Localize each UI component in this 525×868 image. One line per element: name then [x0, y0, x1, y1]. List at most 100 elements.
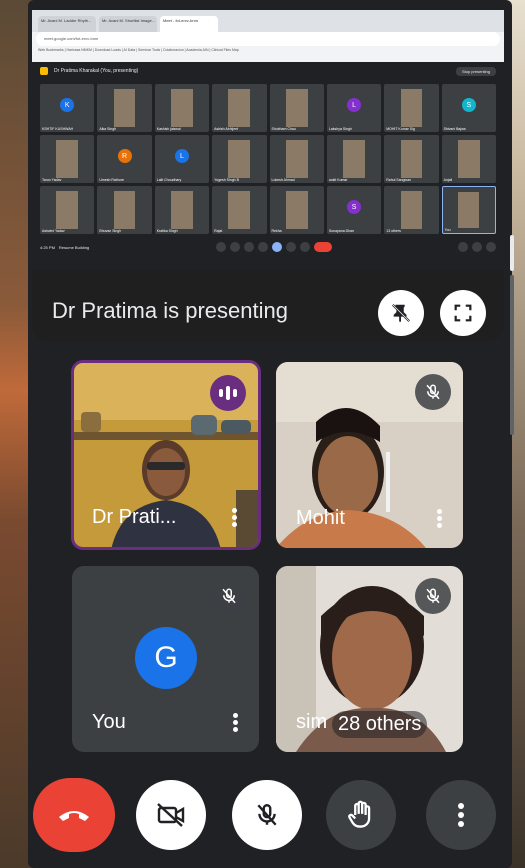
mini-participant-tile: 13 others [384, 186, 439, 234]
fullscreen-icon [454, 304, 472, 322]
mini-participant-name: 13 others [386, 229, 401, 233]
shared-people-icon [472, 242, 482, 252]
more-vert-icon [458, 803, 464, 827]
shared-hand-icon [285, 242, 296, 252]
hand-icon [348, 800, 371, 828]
scrollbar[interactable] [510, 235, 514, 435]
mini-participant-tile: Shubham Chau [269, 84, 324, 132]
mic-muted-icon [415, 374, 451, 410]
mini-avatar: S [347, 200, 362, 215]
mini-participant-name: Rekha [271, 229, 282, 233]
participant-tile-dr-pratima[interactable]: Dr Prati... [71, 360, 261, 550]
raise-hand-button[interactable] [326, 780, 396, 850]
mini-video [56, 139, 79, 179]
mini-participant-name: Anjali [443, 178, 453, 182]
shared-meet-window: Dr Pratima Kharakal (You, presenting) St… [32, 62, 504, 270]
mini-video [56, 190, 79, 230]
participant-name: Dr Prati... [92, 506, 177, 528]
mini-participant-tile: Ashish Abhijeet [212, 84, 267, 132]
presenting-bar: Dr Pratima is presenting [32, 270, 504, 342]
more-options-icon[interactable] [233, 711, 239, 734]
mini-participant-tile: Yogesh Singh B [212, 135, 267, 183]
camera-toggle-button[interactable] [136, 780, 206, 850]
others-count: 28 others [332, 711, 428, 738]
more-options-icon[interactable] [437, 507, 443, 530]
unpin-button[interactable] [378, 290, 424, 336]
mini-participant-tile: K KSHTIF KUSHWAH [40, 84, 95, 132]
mini-participant-tile: L Lalit Choudhary [154, 135, 210, 183]
mini-participant-tile: Rajat [212, 186, 267, 234]
mini-participant-tile: Lokesh Ahmad [269, 135, 324, 183]
shared-meet-time: 4:25 PM [40, 244, 55, 250]
mini-participant-tile: MOHIT Kumar Sig [384, 84, 439, 132]
shared-chat-icon [486, 242, 496, 252]
shared-cc-icon [243, 242, 254, 252]
mini-participant-tile: Anjali [441, 135, 496, 183]
mini-participant-tile: S Sunayana Dhan [326, 186, 382, 234]
browser-tab: Meet - fot-erxv-bnm [160, 16, 218, 32]
mic-muted-icon [415, 578, 451, 614]
mini-participant-name: Lalit Choudhary [156, 178, 182, 182]
shared-stop-presenting: Stop presenting [455, 66, 496, 76]
mini-video [400, 139, 423, 179]
mini-participant-name: Kratika Singh [156, 229, 178, 233]
mini-participant-name: Shubham Chau [271, 127, 296, 131]
participant-grid: K KSHTIF KUSHWAH Alka Singh Kashish jaiswal… [40, 84, 496, 234]
mini-participant-name: Rahul Sangwan [386, 178, 411, 182]
mini-participant-tile: Tarun Yadav [40, 135, 95, 183]
mini-participant-tile: Rahul Sangwan [384, 135, 439, 183]
participant-tile-mohit[interactable]: Mohit [276, 362, 463, 548]
mini-participant-name: Lakshya Singh [328, 127, 352, 131]
mini-participant-tile: Alka Singh [97, 84, 152, 132]
end-call-button[interactable] [33, 778, 115, 852]
mini-participant-tile: Kashish jaiswal [154, 84, 210, 132]
shared-meet-header: Dr Pratima Kharakal (You, presenting) St… [32, 62, 504, 80]
scrollbar-track [510, 275, 514, 435]
scrollbar-thumb[interactable] [510, 235, 514, 271]
mic-toggle-button[interactable] [232, 780, 302, 850]
mini-video [285, 88, 308, 128]
mini-avatar: L [347, 98, 362, 113]
mini-participant-name: Kashish jaiswal [156, 127, 181, 131]
shared-meet-controls: 4:25 PM Resume Building [32, 238, 504, 256]
participant-tile-others[interactable]: sim 28 others [276, 566, 463, 752]
mini-video [228, 190, 251, 230]
shared-screen[interactable]: Mr. Avani M. Ladder Rhyth... Mr. Avani M… [32, 10, 504, 270]
mini-participant-name: Bhuvan Singh [99, 229, 122, 233]
mini-video [400, 88, 423, 128]
more-options-button[interactable] [426, 780, 496, 850]
mini-participant-name: Ashwini Yadav [42, 229, 65, 233]
mini-participant-name: ankit Kumar [328, 178, 348, 182]
mini-participant-name: Rajat [214, 229, 223, 233]
mini-participant-tile: Bhuvan Singh [97, 186, 152, 234]
address-bar: meet.google.com/fot-erxv-bnm [36, 32, 500, 46]
speaking-indicator-icon [210, 375, 246, 411]
mini-avatar: R [117, 149, 132, 164]
participant-name: sim [296, 711, 328, 733]
shared-mic-icon [215, 242, 226, 252]
mini-participant-tile: L Lakshya Singh [326, 84, 382, 132]
mini-participant-tile: R Umesh Rathore [97, 135, 152, 183]
mini-participant-tile: ankit Kumar [326, 135, 382, 183]
mini-participant-tile: Kratika Singh [154, 186, 210, 234]
more-options-icon[interactable] [232, 506, 238, 529]
mini-video [171, 190, 193, 230]
mini-participant-tile: S Shivani Bajwa [441, 84, 496, 132]
camera-off-icon [157, 803, 185, 827]
mini-participant-name: KSHTIF KUSHWAH [42, 127, 74, 131]
participant-name: Mohit [296, 507, 345, 529]
browser-tab-bar: Mr. Avani M. Ladder Rhyth... Mr. Avani M… [32, 10, 504, 32]
mini-participant-tile: You [441, 186, 496, 234]
mini-participant-name: Shivani Bajwa [443, 127, 466, 131]
mini-participant-name: Yogesh Singh B [214, 178, 239, 182]
bookmarks-bar: Web Bookmarks | Harivasa NMKM | Download… [38, 48, 239, 52]
shared-cam-icon [229, 242, 240, 252]
mini-participant-name: Tarun Yadav [42, 178, 62, 182]
fullscreen-button[interactable] [440, 290, 486, 336]
mini-participant-name: Sunayana Dhan [328, 229, 354, 233]
end-call-icon [59, 811, 89, 821]
mini-video [113, 88, 136, 128]
shared-emoji-icon [257, 242, 268, 252]
mini-video [285, 190, 308, 230]
participant-tile-you[interactable]: G You [72, 566, 259, 752]
